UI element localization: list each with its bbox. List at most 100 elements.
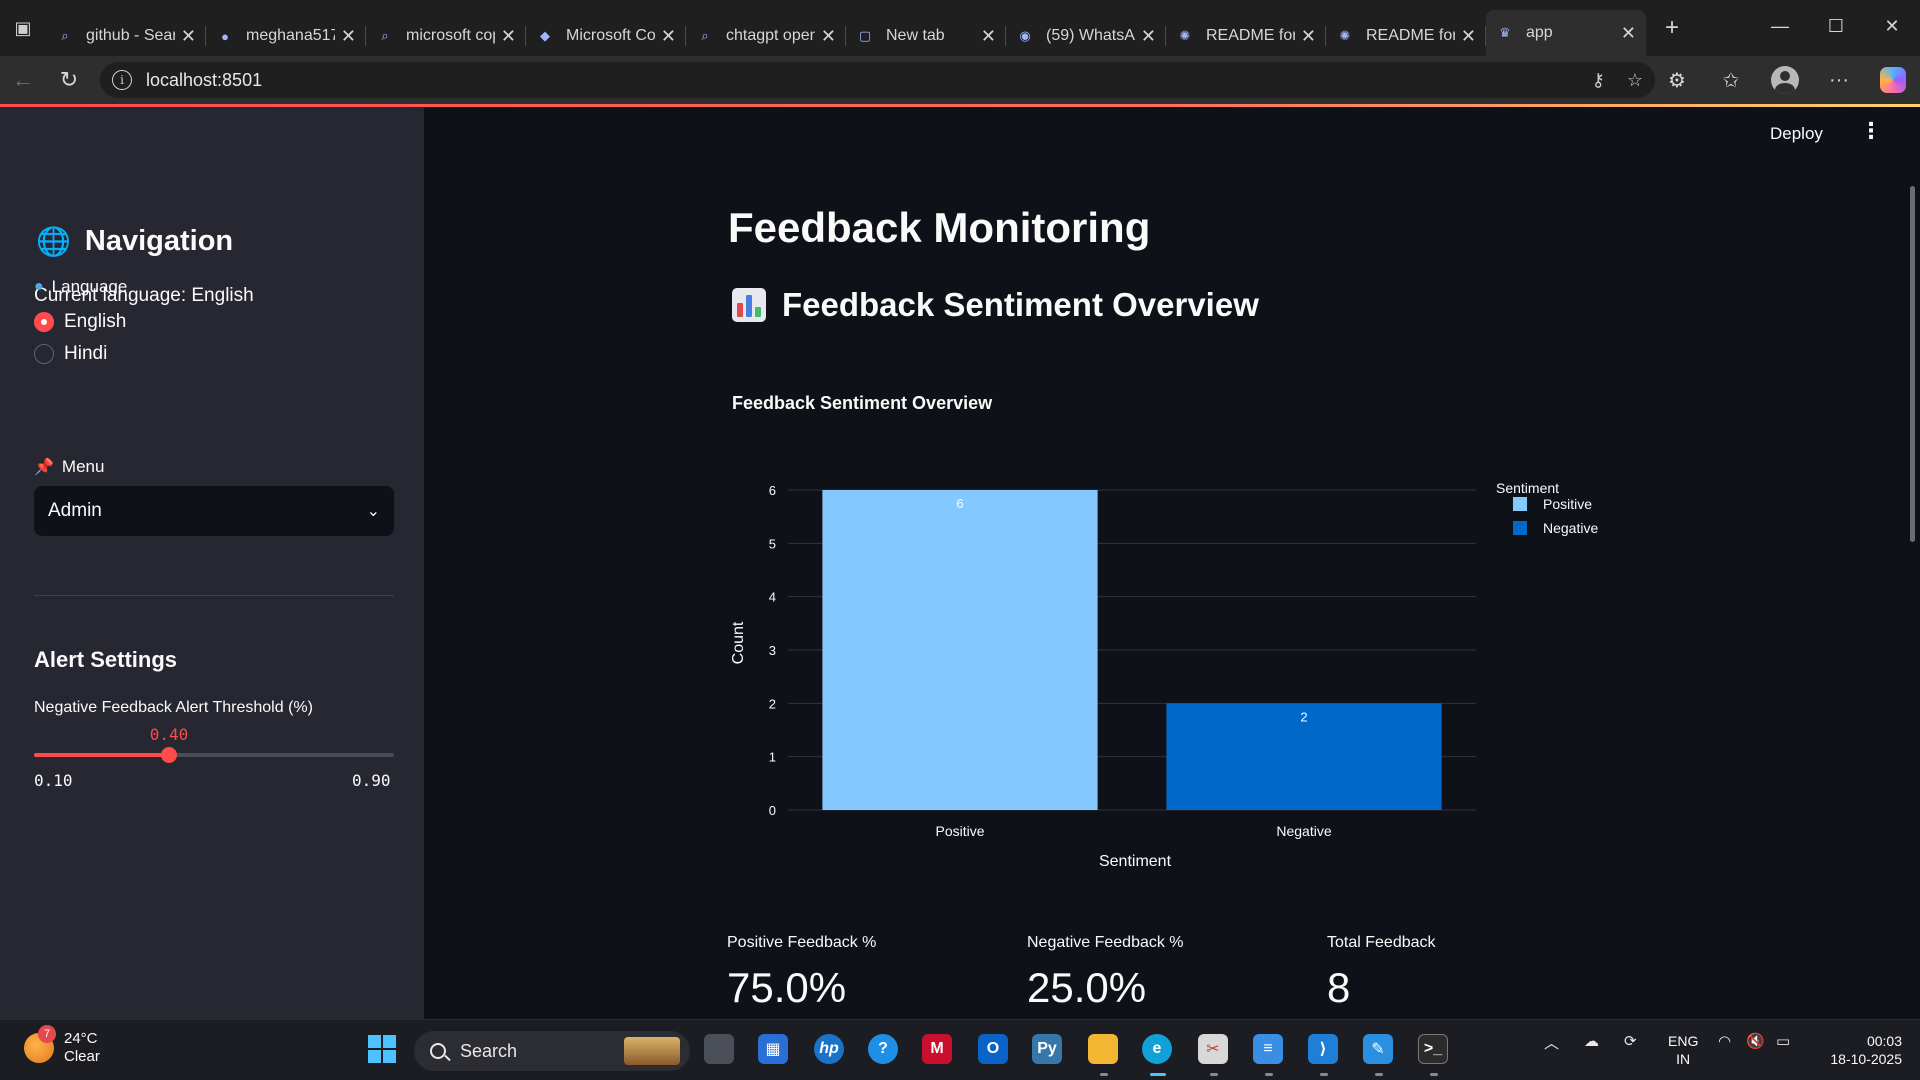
chevron-down-icon[interactable]: ⌄: [367, 501, 380, 521]
close-tab-icon[interactable]: ✕: [1621, 23, 1636, 44]
menu-select[interactable]: Admin ⌄: [34, 486, 394, 536]
legend-swatch-positive[interactable]: [1513, 497, 1527, 511]
url-field[interactable]: i localhost:8501 ⚷ ☆: [100, 62, 1655, 98]
input-language-line2[interactable]: IN: [1668, 1050, 1698, 1068]
browser-tab[interactable]: ◆ Microsoft Copilot ✕: [526, 16, 686, 56]
favorite-star-icon[interactable]: ☆: [1627, 70, 1643, 91]
outlook-icon[interactable]: O: [978, 1034, 1008, 1064]
refresh-icon[interactable]: ↻: [46, 56, 92, 104]
browser-tab[interactable]: ⌕ github - Search ✕: [46, 16, 206, 56]
chart-bar-positive[interactable]: [822, 490, 1098, 810]
radio-english-indicator[interactable]: [34, 312, 54, 332]
input-language[interactable]: ENG IN: [1668, 1032, 1698, 1068]
deploy-button[interactable]: Deploy: [1770, 124, 1823, 144]
maximize-icon[interactable]: ☐: [1808, 0, 1864, 52]
browser-tab[interactable]: ⌕ chtagpt open ✕: [686, 16, 846, 56]
browser-tab-title[interactable]: README for: [1366, 27, 1455, 45]
browser-tab[interactable]: ✺ README for ✕: [1326, 16, 1486, 56]
browser-tab[interactable]: ⌕ microsoft copilot ✕: [366, 16, 526, 56]
legend-label-negative[interactable]: Negative: [1543, 520, 1598, 536]
menu-selected-value[interactable]: Admin: [48, 500, 102, 522]
threshold-slider-track[interactable]: [34, 747, 394, 763]
show-hidden-icons-icon[interactable]: ︿: [1544, 1032, 1559, 1053]
hp-icon[interactable]: hp: [814, 1034, 844, 1064]
clock-time[interactable]: 00:03: [1816, 1032, 1902, 1050]
threshold-slider-thumb[interactable]: [161, 747, 177, 763]
browser-tab[interactable]: ♛ app ✕: [1486, 10, 1646, 56]
radio-english[interactable]: English: [34, 311, 126, 333]
close-tab-icon[interactable]: ✕: [341, 26, 356, 47]
mcafee-icon[interactable]: M: [922, 1034, 952, 1064]
paint-icon[interactable]: ✎: [1363, 1034, 1393, 1064]
browser-tab-title[interactable]: New tab: [886, 27, 975, 45]
taskbar-search-label[interactable]: Search: [460, 1041, 517, 1062]
wifi-icon[interactable]: ◠: [1718, 1032, 1731, 1050]
favorites-icon[interactable]: ✩: [1704, 56, 1758, 104]
browser-tab[interactable]: ● meghana517 ✕: [206, 16, 366, 56]
radio-hindi-indicator[interactable]: [34, 344, 54, 364]
radio-hindi-label[interactable]: Hindi: [64, 343, 107, 365]
browser-tab-title[interactable]: README for: [1206, 27, 1295, 45]
browser-tab[interactable]: ▢ New tab ✕: [846, 16, 1006, 56]
battery-icon[interactable]: ▭: [1776, 1032, 1790, 1050]
chart-x-tick-label: Positive: [935, 823, 984, 839]
browser-tab-title[interactable]: github - Search: [86, 27, 175, 45]
terminal-icon[interactable]: >_: [1418, 1034, 1448, 1064]
onedrive-icon[interactable]: ☁: [1584, 1032, 1599, 1050]
browser-tab-title[interactable]: app: [1526, 24, 1615, 42]
back-icon[interactable]: ←: [0, 56, 46, 104]
volume-muted-icon[interactable]: 🔇: [1746, 1032, 1765, 1050]
extensions-icon[interactable]: ⚙: [1650, 56, 1704, 104]
close-tab-icon[interactable]: ✕: [661, 26, 676, 47]
tab-actions-icon[interactable]: ▣: [0, 0, 46, 56]
site-info-icon[interactable]: i: [112, 70, 132, 90]
close-tab-icon[interactable]: ✕: [981, 26, 996, 47]
taskbar-search[interactable]: Search: [414, 1031, 690, 1071]
browser-tab[interactable]: ✺ README for ✕: [1166, 16, 1326, 56]
help-icon[interactable]: ?: [868, 1034, 898, 1064]
radio-hindi[interactable]: Hindi: [34, 343, 107, 365]
close-tab-icon[interactable]: ✕: [181, 26, 196, 47]
python-icon[interactable]: Py: [1032, 1034, 1062, 1064]
task-view-icon[interactable]: [704, 1034, 734, 1064]
input-language-line1[interactable]: ENG: [1668, 1032, 1698, 1050]
browser-tab-title[interactable]: Microsoft Copilot: [566, 27, 655, 45]
legend-label-positive[interactable]: Positive: [1543, 496, 1592, 512]
chart-y-tick-label: 6: [769, 483, 776, 498]
radio-english-label[interactable]: English: [64, 311, 126, 333]
close-tab-icon[interactable]: ✕: [1301, 26, 1316, 47]
browser-tab[interactable]: ◉ (59) WhatsApp ✕: [1006, 16, 1166, 56]
more-options-icon[interactable]: ···: [1812, 56, 1866, 104]
close-tab-icon[interactable]: ✕: [501, 26, 516, 47]
new-tab-button[interactable]: +: [1652, 8, 1692, 48]
notepad-icon[interactable]: ≡: [1253, 1034, 1283, 1064]
sidebar-title-text: Navigation: [84, 225, 234, 257]
clock[interactable]: 00:03 18-10-2025: [1816, 1032, 1902, 1068]
close-window-icon[interactable]: ✕: [1864, 0, 1920, 52]
url-text[interactable]: localhost:8501: [146, 70, 262, 91]
sync-icon[interactable]: ⟳: [1624, 1032, 1637, 1050]
vscode-icon[interactable]: ⟩: [1308, 1034, 1338, 1064]
profile-button[interactable]: [1758, 56, 1812, 104]
file-explorer-icon[interactable]: [1088, 1034, 1118, 1064]
close-tab-icon[interactable]: ✕: [1141, 26, 1156, 47]
legend-swatch-negative[interactable]: [1513, 521, 1527, 535]
browser-tab-title[interactable]: (59) WhatsApp: [1046, 27, 1135, 45]
browser-tab-title[interactable]: meghana517: [246, 27, 335, 45]
close-tab-icon[interactable]: ✕: [1461, 26, 1476, 47]
main-menu-icon[interactable]: ⋮: [1860, 118, 1882, 144]
edge-icon[interactable]: e: [1142, 1034, 1172, 1064]
start-button[interactable]: [367, 1034, 397, 1064]
main-scrollbar[interactable]: [1910, 186, 1915, 542]
snipping-tool-icon[interactable]: ✂: [1198, 1034, 1228, 1064]
minimize-icon[interactable]: —: [1752, 0, 1808, 52]
store-icon[interactable]: ▦: [758, 1034, 788, 1064]
browser-tab-title[interactable]: microsoft copilot: [406, 27, 495, 45]
copilot-button[interactable]: [1866, 56, 1920, 104]
clock-date[interactable]: 18-10-2025: [1816, 1050, 1902, 1068]
close-tab-icon[interactable]: ✕: [821, 26, 836, 47]
key-icon[interactable]: ⚷: [1592, 70, 1605, 91]
browser-tab-title[interactable]: chtagpt open: [726, 27, 815, 45]
weather-widget[interactable]: 7 24°C Clear: [24, 1025, 100, 1066]
sidebar: 🌐 Navigation Current language: English ●…: [0, 107, 424, 1019]
